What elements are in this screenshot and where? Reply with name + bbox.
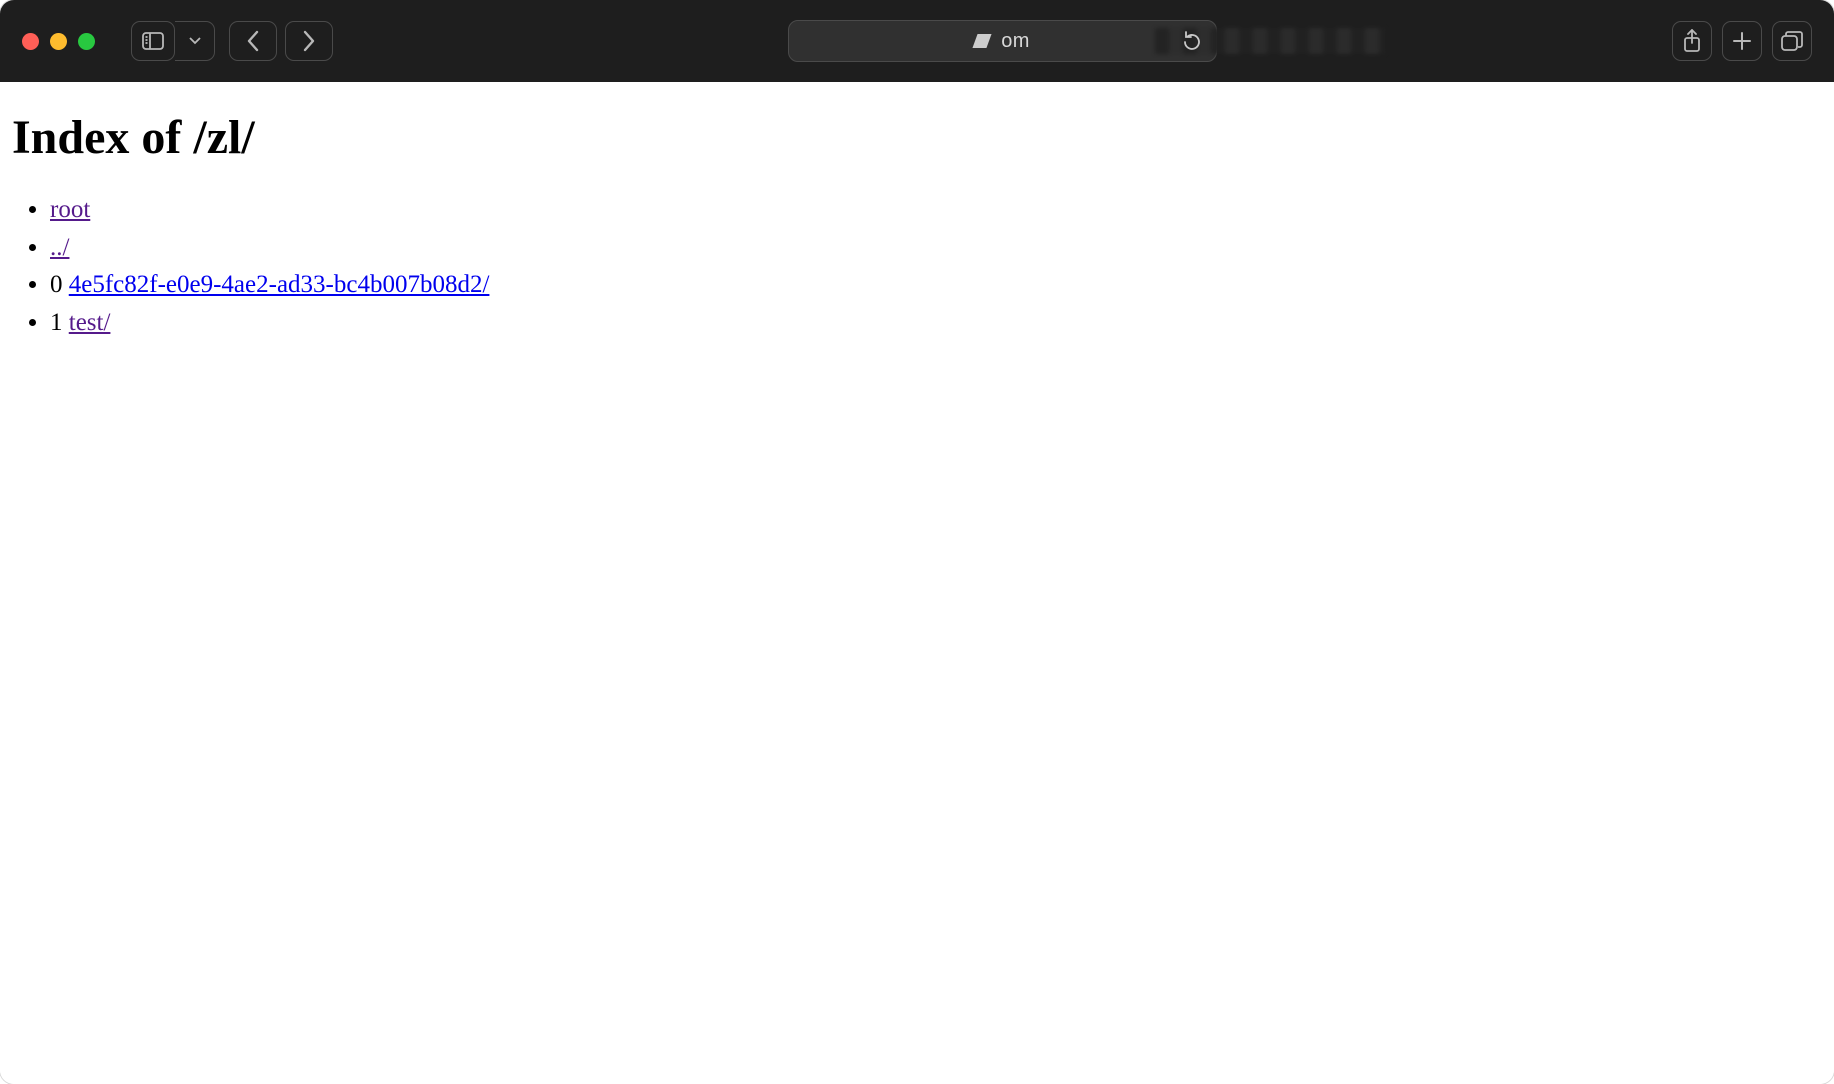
share-button[interactable] (1672, 21, 1712, 61)
forward-button[interactable] (285, 21, 333, 61)
address-text-fragment: om (1001, 30, 1029, 53)
address-content: om (975, 30, 1029, 53)
site-indicator-icon (973, 34, 992, 48)
sidebar-dropdown-button[interactable] (175, 21, 215, 61)
list-item: ../ (50, 229, 1824, 267)
item-index: 0 (50, 271, 69, 298)
tabs-overview-button[interactable] (1772, 21, 1812, 61)
link-parent-dir[interactable]: ../ (50, 234, 69, 261)
browser-window: om (0, 0, 1834, 1084)
link-test-dir[interactable]: test/ (69, 309, 111, 336)
navigation-buttons (229, 21, 333, 61)
reload-icon (1182, 30, 1202, 52)
address-bar[interactable]: om (788, 20, 1217, 62)
browser-toolbar: om (0, 0, 1834, 82)
new-tab-button[interactable] (1722, 21, 1762, 61)
chevron-right-icon (302, 30, 316, 52)
maximize-window-button[interactable] (78, 33, 95, 50)
back-button[interactable] (229, 21, 277, 61)
list-item: 1 test/ (50, 304, 1824, 342)
item-index: 1 (50, 309, 69, 336)
sidebar-icon (142, 32, 164, 50)
list-item: root (50, 191, 1824, 229)
chevron-left-icon (246, 30, 260, 52)
toolbar-right-controls (1672, 21, 1812, 61)
page-title: Index of /zl/ (12, 110, 1824, 165)
list-item: 0 4e5fc82f-e0e9-4ae2-ad33-bc4b007b08d2/ (50, 266, 1824, 304)
page-content: Index of /zl/ root ../ 0 4e5fc82f-e0e9-4… (0, 82, 1834, 1084)
plus-icon (1732, 31, 1752, 51)
reload-button[interactable] (1182, 30, 1202, 52)
directory-list: root ../ 0 4e5fc82f-e0e9-4ae2-ad33-bc4b0… (10, 191, 1824, 341)
tabs-icon (1781, 31, 1803, 51)
minimize-window-button[interactable] (50, 33, 67, 50)
share-icon (1682, 29, 1702, 53)
window-controls (22, 33, 95, 50)
sidebar-toggle-button[interactable] (131, 21, 175, 61)
link-uuid-dir[interactable]: 4e5fc82f-e0e9-4ae2-ad33-bc4b007b08d2/ (69, 271, 490, 298)
chevron-down-icon (189, 37, 201, 45)
close-window-button[interactable] (22, 33, 39, 50)
link-root[interactable]: root (50, 196, 90, 223)
